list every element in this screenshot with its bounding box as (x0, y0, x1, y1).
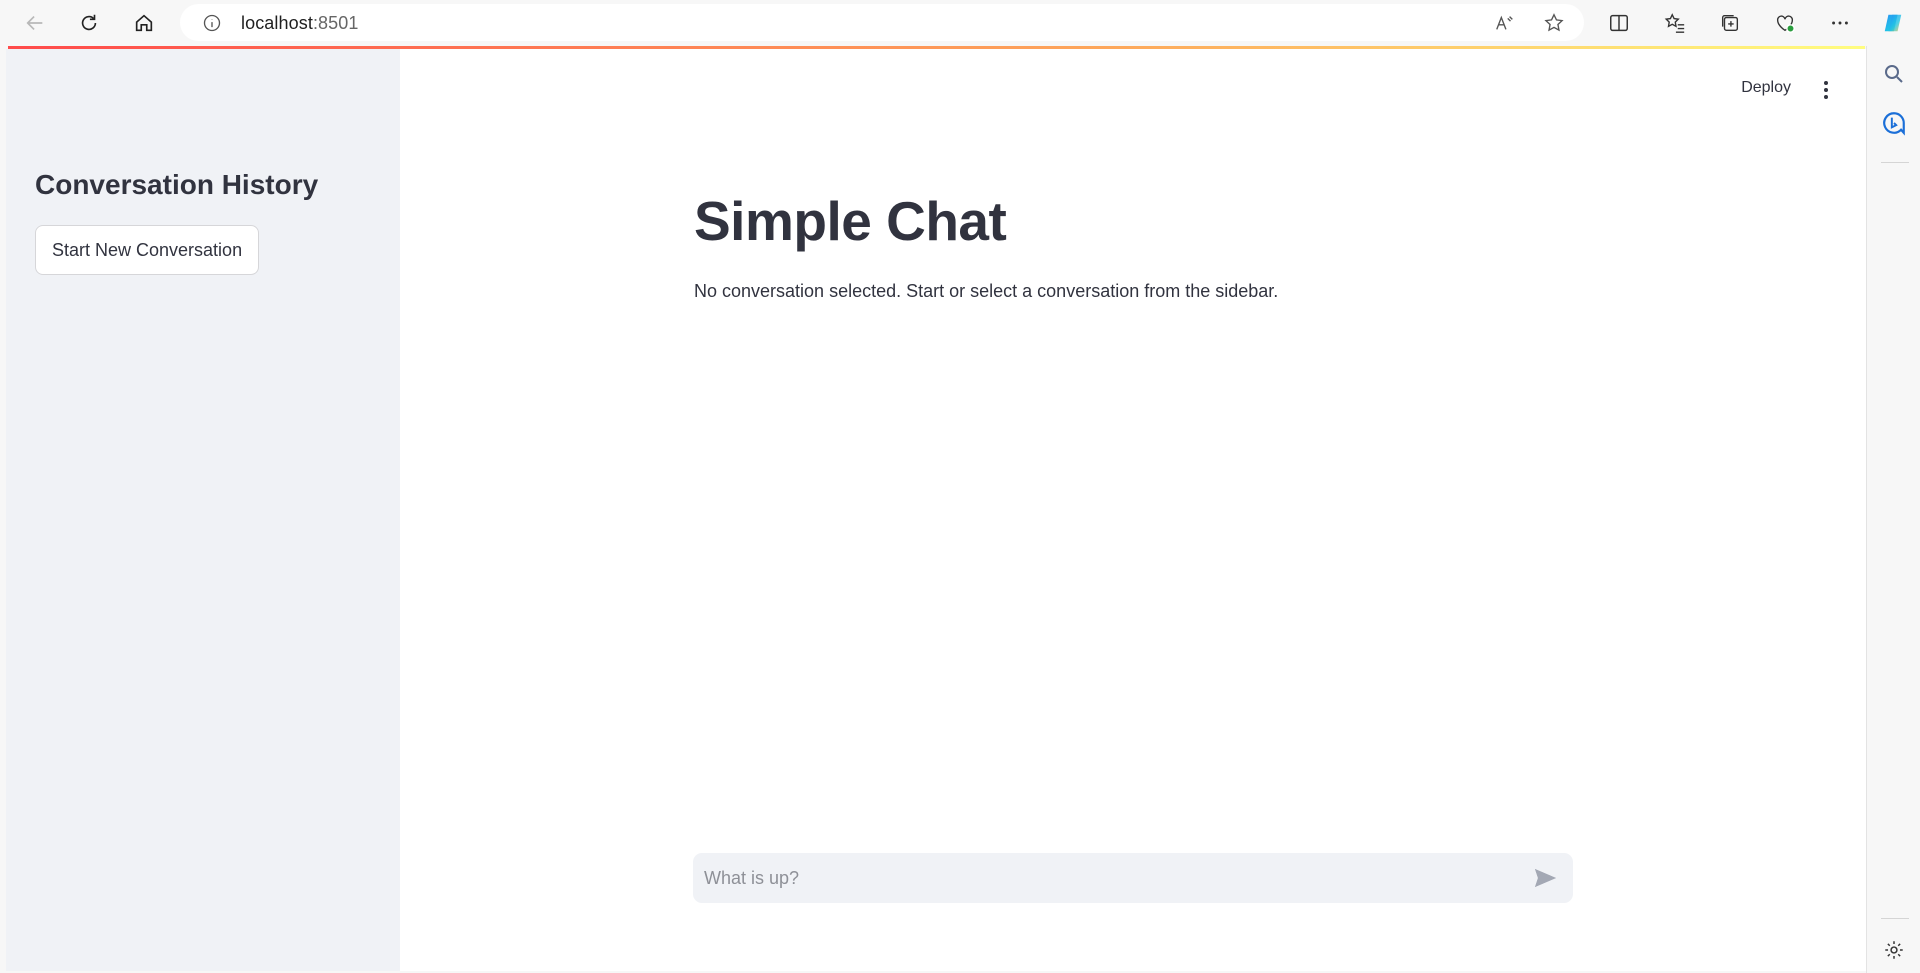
browser-side-panel (1866, 46, 1920, 973)
info-icon[interactable] (202, 13, 222, 33)
bing-chat-icon[interactable] (1881, 110, 1907, 136)
url-host: localhost (241, 13, 313, 33)
start-new-conversation-button[interactable]: Start New Conversation (35, 225, 260, 275)
app-container: Conversation History Start New Conversat… (6, 49, 1866, 971)
search-icon[interactable] (1882, 62, 1906, 86)
favorites-list-icon (1664, 13, 1685, 33)
more-options-button[interactable] (1827, 10, 1853, 36)
copilot-button[interactable] (1880, 10, 1906, 36)
reload-button[interactable] (71, 6, 107, 40)
chat-input[interactable] (693, 853, 1513, 903)
back-arrow-icon (26, 15, 43, 31)
main-menu-icon[interactable] (1818, 79, 1834, 101)
heart-health-icon (1776, 15, 1795, 33)
side-panel-divider (1881, 162, 1909, 163)
main-content: Deploy Simple Chat No conversation selec… (400, 49, 1866, 971)
favorite-star-icon[interactable] (1543, 12, 1565, 34)
collections-button[interactable] (1717, 10, 1743, 36)
reload-icon (81, 14, 97, 31)
back-button[interactable] (17, 6, 53, 40)
page-title: Simple Chat (694, 190, 1007, 252)
url-port: :8501 (312, 13, 359, 33)
split-screen-icon (1610, 14, 1628, 32)
more-horizontal-icon (1832, 21, 1848, 25)
browser-toolbar: localhost:8501 (0, 0, 1920, 46)
address-bar[interactable]: localhost:8501 (180, 4, 1584, 41)
settings-gear-icon[interactable] (1883, 939, 1905, 961)
read-aloud-icon[interactable] (1494, 12, 1516, 34)
collections-icon (1721, 14, 1739, 32)
empty-state-message: No conversation selected. Start or selec… (694, 281, 1279, 301)
copilot-icon (1884, 14, 1902, 32)
deploy-button[interactable]: Deploy (1741, 79, 1791, 97)
chat-input-container (693, 853, 1573, 903)
split-screen-button[interactable] (1606, 10, 1632, 36)
home-icon (135, 14, 153, 32)
sidebar: Conversation History Start New Conversat… (6, 49, 400, 971)
browser-essentials-button[interactable] (1772, 10, 1798, 36)
url-text: localhost:8501 (241, 13, 359, 34)
sidebar-title: Conversation History (35, 169, 319, 200)
side-panel-divider (1881, 918, 1909, 919)
home-button[interactable] (126, 6, 162, 40)
favorites-button[interactable] (1662, 10, 1688, 36)
send-icon[interactable] (1533, 866, 1557, 890)
